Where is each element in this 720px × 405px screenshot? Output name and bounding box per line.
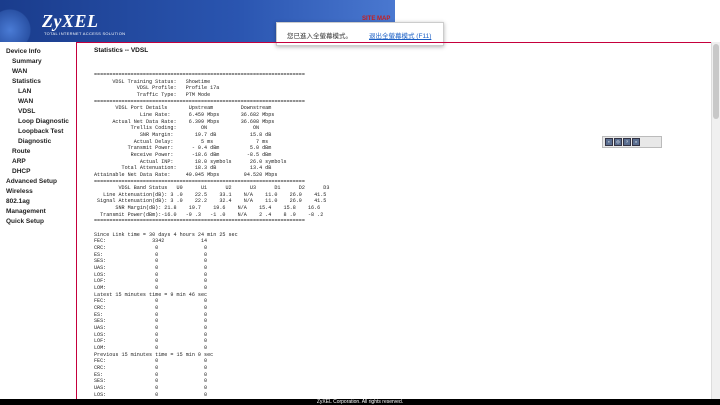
sidebar-item-802-1ag[interactable]: 802.1ag — [6, 198, 30, 205]
sidebar-item-wireless[interactable]: Wireless — [6, 188, 33, 195]
sidebar-item-summary[interactable]: Summary — [12, 58, 42, 65]
globe-icon[interactable]: ◎ — [614, 138, 622, 146]
sidebar-item-wan[interactable]: WAN — [12, 68, 27, 75]
page-title: Statistics -- VDSL — [94, 47, 149, 54]
sidebar-item-device-info[interactable]: Device Info — [6, 48, 41, 55]
sidebar-nav: Device Info Summary WAN Statistics LAN W… — [0, 42, 77, 399]
logo-tagline: TOTAL INTERNET ACCESS SOLUTION — [44, 31, 126, 36]
floating-toolbar: ▪ ◎ ? × — [602, 136, 662, 148]
sidebar-item-management[interactable]: Management — [6, 208, 46, 215]
main-content: Statistics -- VDSL =====================… — [77, 42, 711, 399]
fullscreen-message: 您已進入全螢幕模式。 — [287, 33, 352, 40]
page-icon[interactable]: ▪ — [605, 138, 613, 146]
footer-copyright: ZyXEL Corporation. All rights reserved. — [0, 399, 720, 405]
content-divider — [77, 42, 711, 43]
swirl-graphic — [0, 0, 42, 42]
help-icon[interactable]: ? — [623, 138, 631, 146]
sidebar-item-quick-setup[interactable]: Quick Setup — [6, 218, 44, 225]
sidebar-item-loop-diagnostic[interactable]: Loop Diagnostic — [18, 118, 69, 125]
sidebar-item-stats-wan[interactable]: WAN — [18, 98, 33, 105]
close-icon[interactable]: × — [632, 138, 640, 146]
sidebar-item-advanced-setup[interactable]: Advanced Setup — [6, 178, 57, 185]
scrollbar-thumb[interactable] — [713, 44, 719, 119]
sidebar-item-statistics[interactable]: Statistics — [12, 78, 41, 85]
sidebar-item-stats-lan[interactable]: LAN — [18, 88, 31, 95]
vdsl-statistics-text: ========================================… — [94, 72, 330, 398]
sidebar-item-arp[interactable]: ARP — [12, 158, 26, 165]
sidebar-item-loopback-test[interactable]: Loopback Test — [18, 128, 63, 135]
sidebar-item-stats-vdsl[interactable]: VDSL — [18, 108, 35, 115]
sidebar-item-diagnostic[interactable]: Diagnostic — [18, 138, 51, 145]
vertical-scrollbar[interactable] — [711, 42, 720, 399]
zyxel-logo: ZyXEL — [42, 11, 99, 31]
sidebar-item-route[interactable]: Route — [12, 148, 30, 155]
exit-fullscreen-link[interactable]: 退出全螢幕模式 (F11) — [369, 30, 431, 40]
sidebar-item-dhcp[interactable]: DHCP — [12, 168, 30, 175]
